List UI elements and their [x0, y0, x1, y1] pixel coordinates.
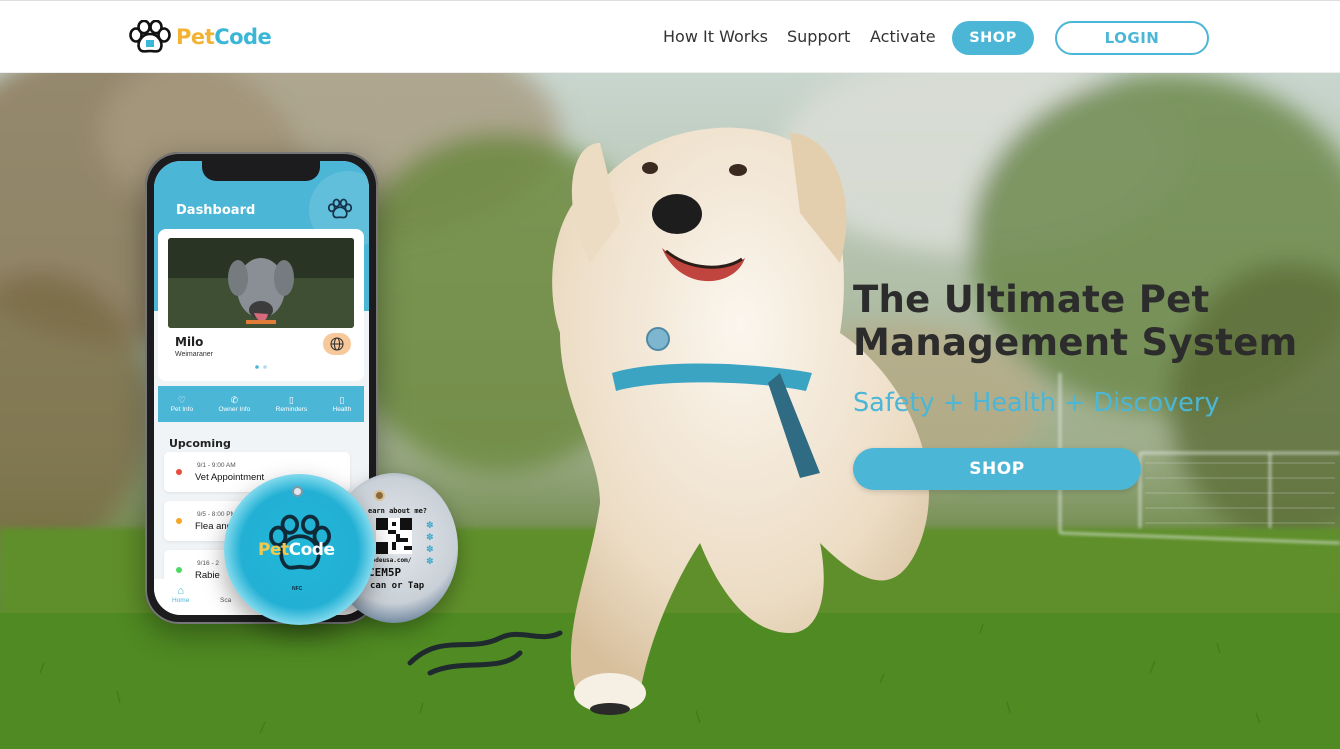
quick-links-bar: ♡ Pet Info ✆ Owner Info ▯ Reminders ▯ Health: [158, 386, 364, 422]
hero-shop-button[interactable]: SHOP: [853, 448, 1141, 490]
pet-breed: Weimaraner: [175, 351, 213, 358]
quick-link-reminders[interactable]: ▯ Reminders: [276, 395, 307, 414]
globe-icon: [330, 337, 344, 351]
hero-headline: The Ultimate Pet Management System: [853, 278, 1313, 364]
site-header: PetCode How It Works Support Activate SH…: [0, 0, 1340, 73]
appointment-time: 9/1 - 9:00 AM: [197, 462, 236, 469]
pet-name: Milo: [175, 335, 204, 349]
tag-hole: [292, 486, 303, 497]
nfc-tag: PetCode NFC: [224, 474, 375, 625]
qr-code-icon: [376, 518, 412, 554]
upcoming-title: Upcoming: [169, 437, 231, 450]
tag-prompt: earn about me?: [368, 507, 428, 515]
phone-icon: ✆: [230, 394, 239, 405]
paw-icon: [327, 198, 353, 219]
quick-link-pet-info[interactable]: ♡ Pet Info: [171, 395, 193, 414]
home-icon: ⌂: [177, 585, 184, 597]
shop-button[interactable]: SHOP: [952, 21, 1034, 55]
status-dot: [176, 518, 182, 524]
heart-icon: ♡: [177, 394, 186, 405]
dashboard-title: Dashboard: [176, 203, 256, 218]
globe-button[interactable]: [323, 333, 351, 355]
login-button[interactable]: LOGIN: [1055, 21, 1209, 55]
appointment-title: Vet Appointment: [195, 472, 265, 483]
main-nav: How It Works Support Activate SHOP LOGIN: [0, 1, 1340, 74]
clipboard-icon: ▯: [288, 394, 294, 405]
tag-action: can or Tap: [370, 581, 425, 591]
pet-card[interactable]: Milo Weimaraner: [158, 229, 364, 381]
appointment-time: 9/16 - 2: [197, 560, 220, 567]
headline-line-2: Management System: [853, 321, 1298, 364]
status-dot: [176, 567, 182, 573]
paw-prints-decoration: ✽ ✽ ✽ ✽: [426, 520, 434, 566]
headline-line-1: The Ultimate Pet: [853, 278, 1210, 321]
hero-section: The Ultimate Pet Management System Safet…: [0, 73, 1340, 749]
nav-support[interactable]: Support: [787, 27, 850, 46]
phone-notch: [202, 161, 320, 181]
nfc-label: NFC: [292, 586, 303, 592]
tab-scan[interactable]: Sca: [220, 597, 231, 604]
hero-tagline: Safety + Health + Discovery: [853, 388, 1220, 418]
tag-hole: [374, 490, 385, 501]
clipboard-icon: ▯: [339, 394, 345, 405]
quick-link-owner-info[interactable]: ✆ Owner Info: [218, 395, 250, 414]
tag-brand: PetCode: [258, 540, 335, 560]
tab-home[interactable]: ⌂ Home: [172, 585, 189, 604]
nav-activate[interactable]: Activate: [870, 27, 936, 46]
pet-photo: [168, 238, 354, 328]
nav-how-it-works[interactable]: How It Works: [663, 27, 768, 46]
status-dot: [176, 469, 182, 475]
tag-code: CEM5P: [368, 566, 402, 579]
carousel-dots: [255, 365, 267, 369]
quick-link-health[interactable]: ▯ Health: [333, 395, 352, 414]
